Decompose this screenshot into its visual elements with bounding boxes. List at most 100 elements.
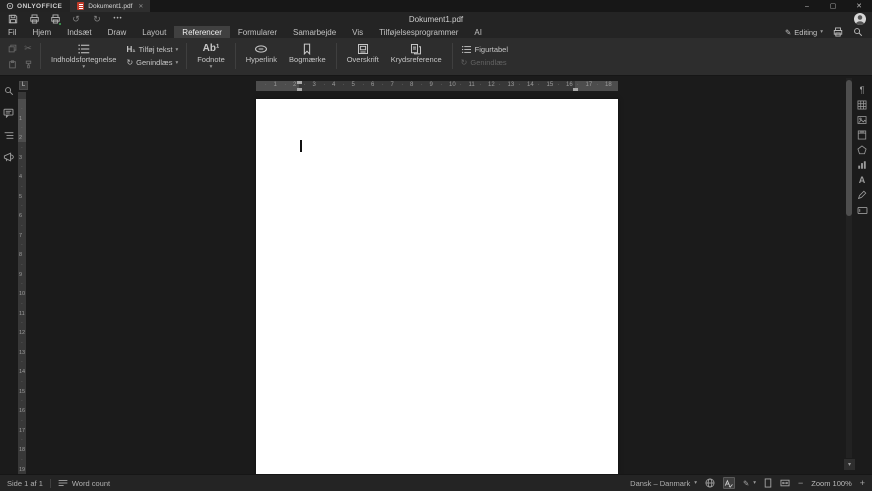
image-settings-button[interactable] bbox=[856, 115, 869, 125]
quick-print-button[interactable] bbox=[49, 13, 61, 25]
ruler-tick: · bbox=[557, 82, 559, 88]
left-toolbar bbox=[0, 76, 17, 474]
redo-button[interactable]: ↻ bbox=[91, 13, 103, 25]
shape-settings-button[interactable] bbox=[856, 145, 869, 155]
ruler-tick: · bbox=[265, 82, 267, 88]
tab-draw[interactable]: Draw bbox=[100, 26, 135, 38]
shape-icon bbox=[857, 145, 867, 155]
paste-icon bbox=[8, 60, 17, 69]
footnote-button[interactable]: Ab¹ Fodnote ▾ bbox=[191, 40, 231, 72]
fit-page-button[interactable] bbox=[764, 478, 772, 488]
print-quick-button[interactable] bbox=[833, 27, 843, 37]
document-page[interactable] bbox=[256, 99, 618, 474]
highlighter-dropdown[interactable]: ✎ ▾ bbox=[743, 479, 756, 488]
table-settings-button[interactable] bbox=[856, 100, 869, 110]
comments-button[interactable] bbox=[3, 107, 15, 119]
chevron-down-icon: ▾ bbox=[175, 47, 178, 53]
document-tab-label: Dokument1.pdf bbox=[88, 3, 132, 10]
tab-layout[interactable]: Layout bbox=[134, 26, 174, 38]
chart-settings-button[interactable] bbox=[856, 160, 869, 170]
search-button[interactable] bbox=[853, 27, 863, 37]
left-indent-marker[interactable] bbox=[297, 88, 302, 91]
print-button[interactable] bbox=[28, 13, 40, 25]
close-button[interactable]: ✕ bbox=[846, 0, 872, 12]
ruler-number: 12 bbox=[19, 330, 25, 336]
language-selector[interactable]: Dansk – Danmark ▾ bbox=[630, 479, 697, 488]
document-tab[interactable]: Dokument1.pdf ✕ bbox=[70, 0, 150, 12]
user-avatar[interactable] bbox=[854, 13, 866, 25]
ruler-tick: · bbox=[21, 125, 23, 131]
tab-vis[interactable]: Vis bbox=[344, 26, 371, 38]
ruler-number: 14 bbox=[19, 369, 25, 375]
ruler-tick: · bbox=[21, 164, 23, 170]
feedback-button[interactable] bbox=[3, 151, 15, 163]
caption-button[interactable]: Overskrift bbox=[341, 40, 385, 72]
word-count-button[interactable]: Word count bbox=[58, 479, 110, 488]
chevron-down-icon: ▾ bbox=[210, 65, 213, 69]
tab-formularer[interactable]: Formularer bbox=[230, 26, 285, 38]
table-of-figures-label: Figurtabel bbox=[475, 45, 508, 54]
ruler-number: 16 bbox=[19, 408, 25, 414]
hyperlink-button[interactable]: Hyperlink bbox=[240, 40, 283, 72]
cut-button[interactable]: ✂ bbox=[22, 42, 34, 54]
cross-reference-button[interactable]: Krydsreference bbox=[385, 40, 448, 72]
undo-button[interactable]: ↺ bbox=[70, 13, 82, 25]
page-indicator[interactable]: Side 1 af 1 bbox=[7, 479, 43, 488]
paragraph-settings-button[interactable]: ¶ bbox=[856, 85, 869, 95]
tab-referencer[interactable]: Referencer bbox=[174, 26, 230, 38]
tab-ai[interactable]: AI bbox=[466, 26, 490, 38]
right-indent-marker[interactable] bbox=[573, 88, 578, 91]
print-icon bbox=[29, 14, 40, 24]
find-button[interactable] bbox=[3, 85, 15, 97]
refresh-figures-button[interactable]: ↻ Genindlæs bbox=[461, 58, 508, 67]
document-language-button[interactable] bbox=[705, 478, 715, 488]
tab-tilfoejelsesprogrammer[interactable]: Tilføjelsesprogrammer bbox=[371, 26, 466, 38]
ruler-number: 12 bbox=[488, 82, 495, 88]
ruler-tick: · bbox=[577, 82, 579, 88]
table-of-contents-button[interactable]: Indholdsfortegnelse ▾ bbox=[45, 40, 122, 72]
zoom-out-button[interactable]: − bbox=[798, 478, 803, 488]
tab-stop-selector[interactable]: L bbox=[19, 81, 28, 90]
header-footer-settings-button[interactable] bbox=[856, 130, 869, 140]
tab-fil[interactable]: Fil bbox=[0, 26, 24, 38]
minimize-button[interactable]: – bbox=[794, 0, 820, 12]
pencil-icon: ✎ bbox=[785, 28, 791, 37]
form-settings-button[interactable] bbox=[856, 205, 869, 215]
maximize-button[interactable]: ▢ bbox=[820, 0, 846, 12]
ruler-number: 4 bbox=[332, 82, 335, 88]
save-button[interactable] bbox=[7, 13, 19, 25]
ruler-tick: · bbox=[21, 203, 23, 209]
app-menu-button[interactable]: ONLYOFFICE bbox=[0, 0, 70, 12]
fit-width-button[interactable] bbox=[780, 478, 790, 488]
navigation-button[interactable] bbox=[3, 129, 15, 141]
table-of-figures-button[interactable]: Figurtabel bbox=[461, 45, 508, 54]
tab-hjem[interactable]: Hjem bbox=[24, 26, 59, 38]
ruler-number: 10 bbox=[449, 82, 456, 88]
bookmark-button[interactable]: Bogmærke bbox=[283, 40, 332, 72]
ruler-tick: · bbox=[21, 418, 23, 424]
textart-icon: A bbox=[859, 175, 866, 185]
ruler-number: 13 bbox=[508, 82, 515, 88]
customize-toolbar-button[interactable]: ••• bbox=[112, 13, 124, 25]
tab-samarbejde[interactable]: Samarbejde bbox=[285, 26, 344, 38]
refresh-toc-dropdown[interactable]: ↻ Genindlæs ▾ bbox=[126, 58, 178, 67]
tab-close-icon[interactable]: ✕ bbox=[138, 3, 143, 10]
tab-indsaet[interactable]: Indsæt bbox=[59, 26, 99, 38]
add-text-dropdown[interactable]: H₁ Tilføj tekst ▾ bbox=[126, 45, 178, 54]
ruler-number: 16 bbox=[566, 82, 573, 88]
textart-settings-button[interactable]: A bbox=[856, 175, 869, 185]
comment-icon bbox=[3, 108, 14, 118]
paste-button[interactable] bbox=[6, 58, 18, 70]
horizontal-ruler[interactable]: 1·2·3·4·5·6·7·8·9·10·11·12·13·14·15·16·1… bbox=[256, 81, 618, 91]
vertical-ruler[interactable]: 1·2·3·4·5·6·7·8·9·10·11·12·13·14·15·16·1… bbox=[18, 92, 26, 474]
ruler-tick: · bbox=[21, 281, 23, 287]
spell-check-toggle[interactable] bbox=[723, 477, 735, 489]
editing-mode-dropdown[interactable]: ✎ Editing ▾ bbox=[785, 28, 823, 37]
format-painter-button[interactable] bbox=[22, 58, 34, 70]
copy-button[interactable] bbox=[6, 42, 18, 54]
zoom-in-button[interactable]: + bbox=[860, 478, 865, 488]
ruler-tick: · bbox=[21, 262, 23, 268]
signature-settings-button[interactable] bbox=[856, 190, 869, 200]
image-icon bbox=[857, 115, 867, 125]
first-line-indent-marker[interactable] bbox=[297, 81, 302, 84]
